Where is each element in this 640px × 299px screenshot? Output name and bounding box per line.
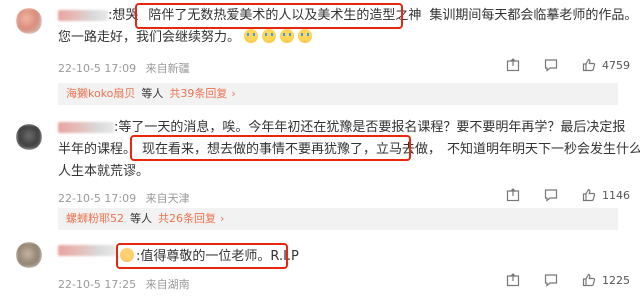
highlight-box	[135, 3, 403, 29]
comment-location: 来自湖南	[145, 278, 190, 291]
comment-date: 22-10-5 17:09	[58, 62, 137, 75]
like-button[interactable]: 1146	[582, 188, 630, 202]
like-count: 1225	[602, 273, 630, 287]
comment-1: :想哭 陪伴了无数热爱美术的人以及美术生的造型之神 集训期间每天都会临摹老师的作品。…	[0, 0, 640, 112]
like-icon	[582, 273, 596, 287]
username-blurred[interactable]	[58, 122, 114, 133]
share-icon	[506, 273, 520, 287]
comment-3: :值得尊敬的一位老师。R.I.P 22-10-5 17:25 来自湖南 1225	[0, 238, 640, 299]
chevron-right-icon: ›	[231, 87, 236, 100]
like-count: 1146	[602, 188, 630, 202]
like-count: 4759	[602, 58, 630, 72]
like-icon	[582, 188, 596, 202]
reply-summary[interactable]: 螺蛳粉耶52 等人 共26条回复 ›	[58, 208, 618, 230]
comment-text: 半年的课程。	[58, 142, 137, 157]
comment-button[interactable]	[544, 273, 558, 287]
comment-icon	[544, 189, 558, 202]
chevron-right-icon: ›	[220, 212, 225, 225]
reply-others: 等人	[130, 212, 152, 225]
avatar[interactable]	[16, 242, 42, 268]
comment-actions: 4759	[482, 58, 630, 72]
comment-meta: 22-10-5 17:09 来自新疆	[58, 60, 196, 76]
comment-icon	[544, 59, 558, 72]
comment-button[interactable]	[544, 58, 558, 72]
comment-text: 您一路走好，我们会继续努力。	[58, 30, 241, 45]
avatar[interactable]	[16, 8, 42, 34]
share-button[interactable]	[506, 58, 520, 72]
like-icon	[582, 58, 596, 72]
share-icon	[506, 58, 520, 72]
comment-date: 22-10-5 17:09	[58, 192, 137, 205]
comment-date: 22-10-5 17:25	[58, 278, 137, 291]
like-button[interactable]: 1225	[582, 273, 630, 287]
avatar[interactable]	[16, 124, 42, 150]
comment-text: :等了一天的消息，唉。今年年初还在犹豫是否要报名课程？要不要明年再学？最后决定报	[114, 120, 626, 135]
comment-meta: 22-10-5 17:09 来自天津	[58, 190, 196, 206]
comment-location: 来自天津	[145, 192, 190, 205]
reply-username[interactable]: 海獭koko扇贝	[66, 87, 135, 100]
share-icon	[506, 188, 520, 202]
highlight-box	[116, 243, 288, 269]
crying-emoji-icon	[280, 29, 295, 43]
crying-emoji-icon	[262, 29, 277, 43]
comment-text: 人生本就荒谬。	[58, 164, 150, 179]
highlight-box	[130, 135, 411, 161]
comment-actions: 1146	[482, 188, 630, 202]
comment-button[interactable]	[544, 188, 558, 202]
like-button[interactable]: 4759	[582, 58, 630, 72]
comment-2: :等了一天的消息，唉。今年年初还在犹豫是否要报名课程？要不要明年再学？最后决定报…	[0, 112, 640, 238]
username-blurred[interactable]	[58, 10, 108, 21]
share-button[interactable]	[506, 188, 520, 202]
comment-text: 不知道明年明天下一秒会发生什么事。	[447, 142, 640, 157]
comment-actions: 1225	[482, 273, 630, 287]
crying-emoji-icon	[298, 29, 313, 43]
reply-username[interactable]: 螺蛳粉耶52	[66, 212, 124, 225]
reply-summary[interactable]: 海獭koko扇贝 等人 共39条回复 ›	[58, 83, 618, 105]
comment-meta: 22-10-5 17:25 来自湖南	[58, 276, 196, 292]
share-button[interactable]	[506, 273, 520, 287]
crying-emoji-icon	[244, 29, 259, 43]
comment-text: 集训期间每天都会临摹老师的作品。	[429, 8, 638, 23]
reply-others: 等人	[141, 87, 164, 100]
reply-count-link[interactable]: 共26条回复	[158, 212, 216, 225]
comment-prefix: :想哭	[108, 8, 139, 23]
comment-location: 来自新疆	[145, 62, 190, 75]
comment-icon	[544, 274, 558, 287]
reply-count-link[interactable]: 共39条回复	[169, 87, 227, 100]
